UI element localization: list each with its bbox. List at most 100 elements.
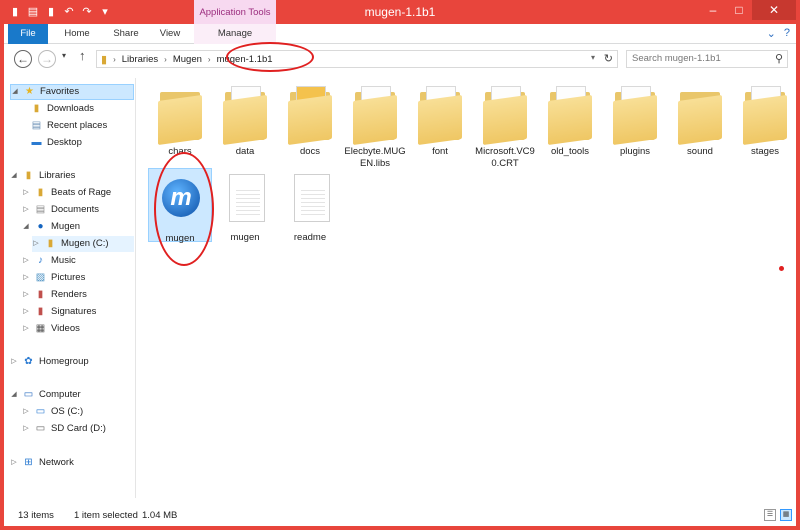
folder-item-elecbyte-mugen-libs[interactable]: Elecbyte.MUGEN.libs xyxy=(343,82,407,170)
folder-item-docs[interactable]: docs xyxy=(278,82,342,158)
recent-locations-icon[interactable]: ▾ xyxy=(62,51,66,60)
minimize-icon[interactable]: – xyxy=(700,0,726,20)
tab-manage[interactable]: Manage xyxy=(194,24,276,44)
up-button[interactable]: ↑ xyxy=(79,48,86,63)
undo-icon[interactable]: ↶ xyxy=(62,4,76,18)
redo-icon[interactable]: ↷ xyxy=(80,4,94,18)
collapsed-triangle-icon[interactable]: ▷ xyxy=(22,202,30,218)
expanded-triangle-icon[interactable]: ◢ xyxy=(10,168,18,184)
folder-item-sound[interactable]: sound xyxy=(668,82,732,158)
sidebar-item-network[interactable]: ▷ ⊞ Network xyxy=(10,455,74,471)
folder-item-old-tools[interactable]: old_tools xyxy=(538,82,602,158)
annotation-dot xyxy=(779,266,784,271)
sidebar-label: Favorites xyxy=(40,86,80,97)
maximize-icon[interactable]: □ xyxy=(726,0,752,20)
expanded-triangle-icon[interactable]: ◢ xyxy=(10,387,18,403)
collapsed-triangle-icon[interactable]: ▷ xyxy=(22,270,30,286)
expanded-triangle-icon[interactable]: ◢ xyxy=(11,84,19,100)
sidebar-item-homegroup[interactable]: ▷ ✿ Homegroup xyxy=(10,354,88,370)
customize-qat-icon[interactable]: ▾ xyxy=(98,4,112,18)
sidebar-item-mugen-c[interactable]: ▷ ▮ Mugen (C:) xyxy=(32,236,134,252)
sidebar-item-documents[interactable]: ▷ ▤ Documents xyxy=(22,202,99,218)
collapsed-triangle-icon[interactable]: ▷ xyxy=(22,287,30,303)
sidebar-item-music[interactable]: ▷ ♪ Music xyxy=(22,253,76,269)
computer-icon: ▭ xyxy=(23,389,34,400)
forward-button[interactable]: → xyxy=(38,50,56,68)
folder-icon xyxy=(611,82,659,146)
tab-home[interactable]: Home xyxy=(54,24,100,44)
collapsed-triangle-icon[interactable]: ▷ xyxy=(22,304,30,320)
collapsed-triangle-icon[interactable]: ▷ xyxy=(22,185,30,201)
tab-file[interactable]: File xyxy=(8,24,48,44)
chevron-right-icon[interactable]: › xyxy=(164,55,167,64)
folder-icon[interactable]: ▮ xyxy=(8,4,22,18)
address-bar[interactable]: ▮ › Libraries › Mugen › mugen-1.1b1 ▾ ↻ xyxy=(96,50,618,68)
signatures-icon: ▮ xyxy=(37,306,44,317)
collapsed-triangle-icon[interactable]: ▷ xyxy=(22,404,30,420)
breadcrumb-current[interactable]: mugen-1.1b1 xyxy=(217,54,273,65)
file-label: mugen xyxy=(230,232,260,243)
folder-icon xyxy=(156,82,204,146)
file-item-mugen-exe[interactable]: m mugen xyxy=(148,168,212,244)
sidebar-item-videos[interactable]: ▷ ▦ Videos xyxy=(22,321,80,337)
back-button[interactable]: ← xyxy=(14,50,32,68)
tab-view[interactable]: View xyxy=(150,24,190,44)
file-label: stages xyxy=(751,146,779,157)
sidebar-item-desktop[interactable]: ▬ Desktop xyxy=(30,135,82,151)
breadcrumb-mugen[interactable]: Mugen xyxy=(173,54,202,65)
document-icon xyxy=(286,168,334,228)
large-icons-view-icon[interactable]: ▦ xyxy=(780,509,792,521)
sidebar-item-renders[interactable]: ▷ ▮ Renders xyxy=(22,287,87,303)
star-icon: ★ xyxy=(25,86,34,97)
collapsed-triangle-icon[interactable]: ▷ xyxy=(22,421,30,437)
sidebar-item-os-c[interactable]: ▷ ▭ OS (C:) xyxy=(22,404,83,420)
renders-icon: ▮ xyxy=(37,289,44,300)
sidebar-item-pictures[interactable]: ▷ ▨ Pictures xyxy=(22,270,85,286)
chevron-right-icon[interactable]: › xyxy=(208,55,211,64)
new-folder-icon[interactable]: ▮ xyxy=(44,4,58,18)
collapsed-triangle-icon[interactable]: ▷ xyxy=(32,236,40,252)
folder-item-stages[interactable]: stages xyxy=(733,82,797,158)
folder-icon xyxy=(286,82,334,146)
folder-item-chars[interactable]: chars xyxy=(148,82,212,158)
expand-ribbon-icon[interactable]: ⌄ xyxy=(767,27,776,40)
sidebar-item-beats-of-rage[interactable]: ▷ ▮ Beats of Rage xyxy=(22,185,111,201)
details-view-icon[interactable]: ☰ xyxy=(764,509,776,521)
recent-places-icon: ▤ xyxy=(31,120,42,131)
sidebar-item-downloads[interactable]: ▮ Downloads xyxy=(30,101,94,117)
file-label: chars xyxy=(168,146,192,157)
sidebar-item-computer[interactable]: ◢ ▭ Computer xyxy=(10,387,80,403)
file-item-readme[interactable]: readme xyxy=(278,168,342,244)
search-input[interactable]: Search mugen-1.1b1 ⚲ xyxy=(626,50,788,68)
collapsed-triangle-icon[interactable]: ▷ xyxy=(10,354,18,370)
tab-share[interactable]: Share xyxy=(104,24,148,44)
collapsed-triangle-icon[interactable]: ▷ xyxy=(22,321,30,337)
expanded-triangle-icon[interactable]: ◢ xyxy=(22,219,30,235)
properties-icon[interactable]: ▤ xyxy=(26,4,40,18)
sidebar-item-favorites[interactable]: ◢ ★ Favorites xyxy=(10,84,134,100)
sidebar-item-mugen[interactable]: ◢ ● Mugen xyxy=(22,219,80,235)
sidebar-label: Beats of Rage xyxy=(51,187,112,198)
file-label: docs xyxy=(299,146,321,157)
collapsed-triangle-icon[interactable]: ▷ xyxy=(10,455,18,471)
sidebar-item-libraries[interactable]: ◢ ▮ Libraries xyxy=(10,168,75,184)
file-item-mugen-doc[interactable]: mugen xyxy=(213,168,277,244)
address-dropdown-icon[interactable]: ▾ xyxy=(591,53,595,62)
breadcrumb-libraries[interactable]: Libraries xyxy=(122,54,158,65)
sidebar-item-signatures[interactable]: ▷ ▮ Signatures xyxy=(22,304,96,320)
folder-item-data[interactable]: data xyxy=(213,82,277,158)
folder-item-plugins[interactable]: plugins xyxy=(603,82,667,158)
status-bar: 13 items 1 item selected 1.04 MB ☰ ▦ xyxy=(4,506,796,526)
refresh-icon[interactable]: ↻ xyxy=(604,52,613,65)
chevron-right-icon[interactable]: › xyxy=(113,55,116,64)
documents-icon: ▤ xyxy=(35,204,46,215)
sidebar-item-sd-card-d[interactable]: ▷ ▭ SD Card (D:) xyxy=(22,421,106,437)
sidebar-item-recent-places[interactable]: ▤ Recent places xyxy=(30,118,107,134)
close-icon[interactable]: ✕ xyxy=(752,0,796,20)
ribbon-tabs: File Home Share View Manage ⌄ ? xyxy=(4,24,796,44)
search-icon[interactable]: ⚲ xyxy=(775,51,783,67)
folder-item-font[interactable]: font xyxy=(408,82,472,158)
help-icon[interactable]: ? xyxy=(784,27,790,40)
collapsed-triangle-icon[interactable]: ▷ xyxy=(22,253,30,269)
folder-item-microsoft-vc90-crt[interactable]: Microsoft.VC90.CRT xyxy=(473,82,537,170)
